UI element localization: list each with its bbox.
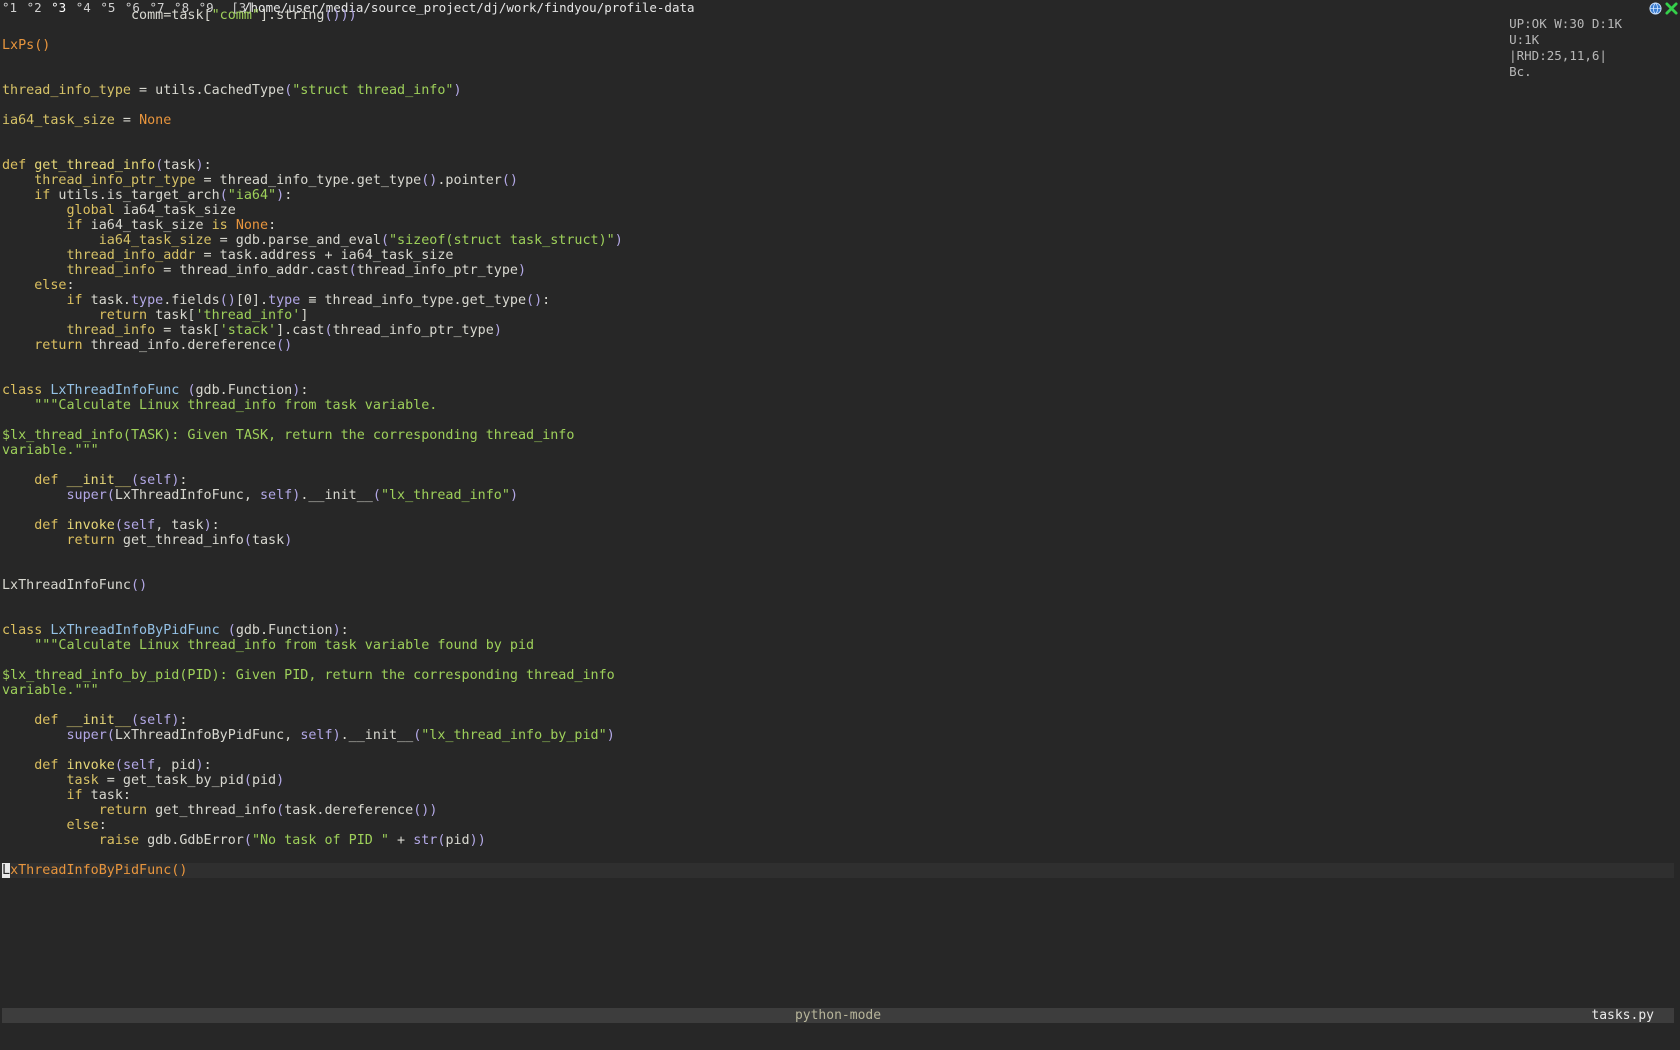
code-line[interactable]: $lx_thread_info(TASK): Given TASK, retur… (0, 428, 1674, 443)
code-line[interactable]: """Calculate Linux thread_info from task… (0, 638, 1674, 653)
code-line[interactable]: ​ (0, 608, 1674, 623)
code-line[interactable]: super(LxThreadInfoFunc, self).__init__("… (0, 488, 1674, 503)
code-line[interactable]: return thread_info.dereference() (0, 338, 1674, 353)
code-line[interactable]: return get_thread_info(task.dereference(… (0, 803, 1674, 818)
code-line[interactable]: ​ (0, 353, 1674, 368)
code-line[interactable]: ​ (0, 743, 1674, 758)
code-line[interactable]: ​ (0, 503, 1674, 518)
mode-line: python-mode tasks.py (2, 1008, 1674, 1023)
code-line[interactable]: thread_info = thread_info_addr.cast(thre… (0, 263, 1674, 278)
code-line[interactable]: LxThreadInfoFunc() (0, 578, 1674, 593)
code-line[interactable]: $lx_thread_info_by_pid(PID): Given PID, … (0, 668, 1674, 683)
code-line[interactable]: ​ (0, 98, 1674, 113)
code-line[interactable]: variable.""" (0, 683, 1674, 698)
code-line[interactable]: class LxThreadInfoByPidFunc (gdb.Functio… (0, 623, 1674, 638)
code-editor[interactable]: comm=task["comm"].string()))​LxPs()​​thr… (0, 8, 1674, 878)
code-line[interactable]: ​ (0, 68, 1674, 83)
code-line[interactable]: variable.""" (0, 443, 1674, 458)
code-line[interactable]: comm=task["comm"].string())) (0, 8, 1674, 23)
code-line[interactable]: ​ (0, 143, 1674, 158)
code-line[interactable]: ​ (0, 413, 1674, 428)
code-line[interactable]: return task['thread_info'] (0, 308, 1674, 323)
code-line[interactable]: class LxThreadInfoFunc (gdb.Function): (0, 383, 1674, 398)
code-line[interactable]: ​ (0, 128, 1674, 143)
code-line[interactable]: ​ (0, 593, 1674, 608)
code-line[interactable]: super(LxThreadInfoByPidFunc, self).__ini… (0, 728, 1674, 743)
code-line[interactable]: ​ (0, 368, 1674, 383)
code-line[interactable]: raise gdb.GdbError("No task of PID " + s… (0, 833, 1674, 848)
code-line[interactable]: thread_info_ptr_type = thread_info_type.… (0, 173, 1674, 188)
text-cursor: L (2, 863, 11, 878)
code-line[interactable]: ​ (0, 563, 1674, 578)
code-line[interactable]: ​ (0, 53, 1674, 68)
code-line[interactable]: ​ (0, 698, 1674, 713)
code-line[interactable]: def invoke(self, pid): (0, 758, 1674, 773)
code-line[interactable]: def get_thread_info(task): (0, 158, 1674, 173)
code-line[interactable]: def __init__(self): (0, 473, 1674, 488)
code-line[interactable]: if ia64_task_size is None: (0, 218, 1674, 233)
code-line[interactable]: ia64_task_size = gdb.parse_and_eval("siz… (0, 233, 1674, 248)
code-line[interactable]: thread_info_type = utils.CachedType("str… (0, 83, 1674, 98)
code-line[interactable]: if utils.is_target_arch("ia64"): (0, 188, 1674, 203)
code-line[interactable]: global ia64_task_size (0, 203, 1674, 218)
code-line[interactable]: if task.type.fields()[0].type ≡ thread_i… (0, 293, 1674, 308)
code-line[interactable]: def invoke(self, task): (0, 518, 1674, 533)
code-line[interactable]: ​ (0, 458, 1674, 473)
code-line[interactable]: ​ (0, 848, 1674, 863)
code-line[interactable]: else: (0, 278, 1674, 293)
buffer-file-name: tasks.py (1591, 1008, 1654, 1023)
code-line[interactable]: def __init__(self): (0, 713, 1674, 728)
code-line[interactable]: if task: (0, 788, 1674, 803)
major-mode-label: python-mode (794, 1008, 882, 1023)
code-line[interactable]: LxPs() (0, 38, 1674, 53)
code-line[interactable]: ​ (0, 23, 1674, 38)
code-line[interactable]: ​ (0, 548, 1674, 563)
code-line-current[interactable]: LxThreadInfoByPidFunc() (0, 863, 1674, 878)
code-line[interactable]: thread_info_addr = task.address + ia64_t… (0, 248, 1674, 263)
code-line[interactable]: else: (0, 818, 1674, 833)
code-line[interactable]: task = get_task_by_pid(pid) (0, 773, 1674, 788)
code-line[interactable]: ia64_task_size = None (0, 113, 1674, 128)
code-line[interactable]: thread_info = task['stack'].cast(thread_… (0, 323, 1674, 338)
code-line[interactable]: return get_thread_info(task) (0, 533, 1674, 548)
code-line[interactable]: """Calculate Linux thread_info from task… (0, 398, 1674, 413)
code-line[interactable]: ​ (0, 653, 1674, 668)
